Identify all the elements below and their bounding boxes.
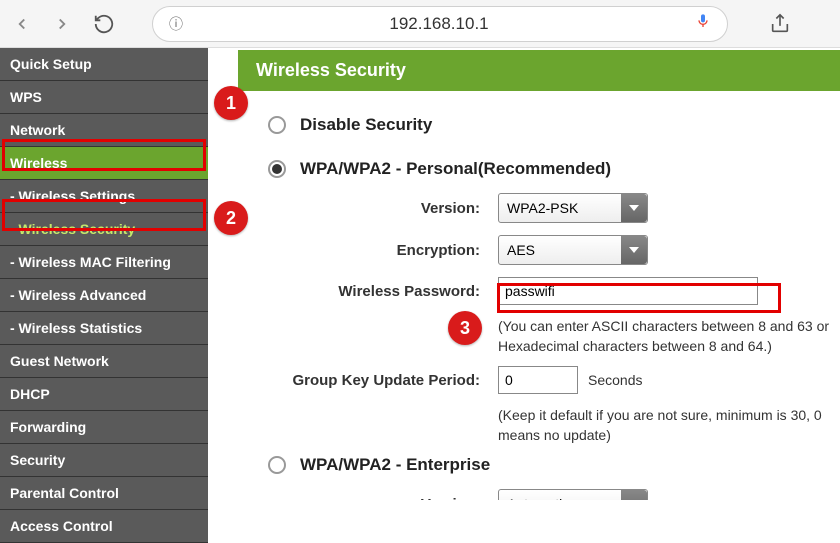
page-title: Wireless Security xyxy=(238,50,840,91)
wireless-password-input[interactable] xyxy=(498,277,758,305)
sidebar-item-wireless-settings[interactable]: - Wireless Settings xyxy=(0,180,208,213)
content-pane: Wireless Security Disable Security WPA/W… xyxy=(208,48,840,500)
sidebar-item-quicksetup[interactable]: Quick Setup xyxy=(0,48,208,81)
forward-button[interactable] xyxy=(48,10,76,38)
more-icon[interactable] xyxy=(812,8,832,40)
version-label: Version: xyxy=(268,200,498,217)
sidebar-item-security[interactable]: Security xyxy=(0,444,208,477)
sidebar-item-access[interactable]: Access Control xyxy=(0,510,208,543)
password-help: (You can enter ASCII characters between … xyxy=(498,317,840,356)
disable-security-option[interactable]: Disable Security xyxy=(268,115,840,135)
wpa-personal-option[interactable]: WPA/WPA2 - Personal(Recommended) xyxy=(268,159,840,179)
chevron-down-icon xyxy=(621,194,647,222)
radio-wpa-enterprise[interactable] xyxy=(268,456,286,474)
browser-toolbar: ⓘ 192.168.10.1 xyxy=(0,0,840,48)
sidebar-nav: Quick Setup WPS Network Wireless - Wirel… xyxy=(0,48,208,500)
info-icon: ⓘ xyxy=(169,14,183,34)
sidebar-item-wireless-security[interactable]: - Wireless Security xyxy=(0,213,208,246)
ent-version-label: Version: xyxy=(268,496,498,500)
gkup-unit: Seconds xyxy=(588,372,642,388)
sidebar-item-forwarding[interactable]: Forwarding xyxy=(0,411,208,444)
disable-label: Disable Security xyxy=(300,115,432,135)
mic-icon[interactable] xyxy=(695,11,711,36)
version-select[interactable]: WPA2-PSK xyxy=(498,193,648,223)
share-button[interactable] xyxy=(760,8,800,40)
wpa-enterprise-label: WPA/WPA2 - Enterprise xyxy=(300,455,490,475)
sidebar-item-network[interactable]: Network xyxy=(0,114,208,147)
wpa-enterprise-option[interactable]: WPA/WPA2 - Enterprise xyxy=(268,455,840,475)
radio-wpa-personal[interactable] xyxy=(268,160,286,178)
sidebar-item-wireless-advanced[interactable]: - Wireless Advanced xyxy=(0,279,208,312)
gkup-label: Group Key Update Period: xyxy=(268,372,498,389)
address-bar[interactable]: ⓘ 192.168.10.1 xyxy=(152,6,728,42)
ent-version-select[interactable]: Automatic xyxy=(498,489,648,500)
url-text: 192.168.10.1 xyxy=(191,14,687,34)
gkup-help: (Keep it default if you are not sure, mi… xyxy=(498,406,840,445)
gkup-input[interactable] xyxy=(498,366,578,394)
back-button[interactable] xyxy=(8,10,36,38)
password-label: Wireless Password: xyxy=(268,283,498,300)
sidebar-item-parental[interactable]: Parental Control xyxy=(0,477,208,510)
wpa-personal-label: WPA/WPA2 - Personal(Recommended) xyxy=(300,159,611,179)
encryption-select[interactable]: AES xyxy=(498,235,648,265)
sidebar-item-dhcp[interactable]: DHCP xyxy=(0,378,208,411)
chevron-down-icon xyxy=(621,236,647,264)
sidebar-item-wireless-mac[interactable]: - Wireless MAC Filtering xyxy=(0,246,208,279)
sidebar-item-wireless-statistics[interactable]: - Wireless Statistics xyxy=(0,312,208,345)
encryption-value: AES xyxy=(507,242,535,258)
version-value: WPA2-PSK xyxy=(507,200,578,216)
sidebar-item-wps[interactable]: WPS xyxy=(0,81,208,114)
radio-disable[interactable] xyxy=(268,116,286,134)
sidebar-item-guest[interactable]: Guest Network xyxy=(0,345,208,378)
reload-button[interactable] xyxy=(88,8,120,40)
chevron-down-icon xyxy=(621,490,647,500)
encryption-label: Encryption: xyxy=(268,242,498,259)
sidebar-item-wireless[interactable]: Wireless xyxy=(0,147,208,180)
ent-version-value: Automatic xyxy=(507,496,569,500)
